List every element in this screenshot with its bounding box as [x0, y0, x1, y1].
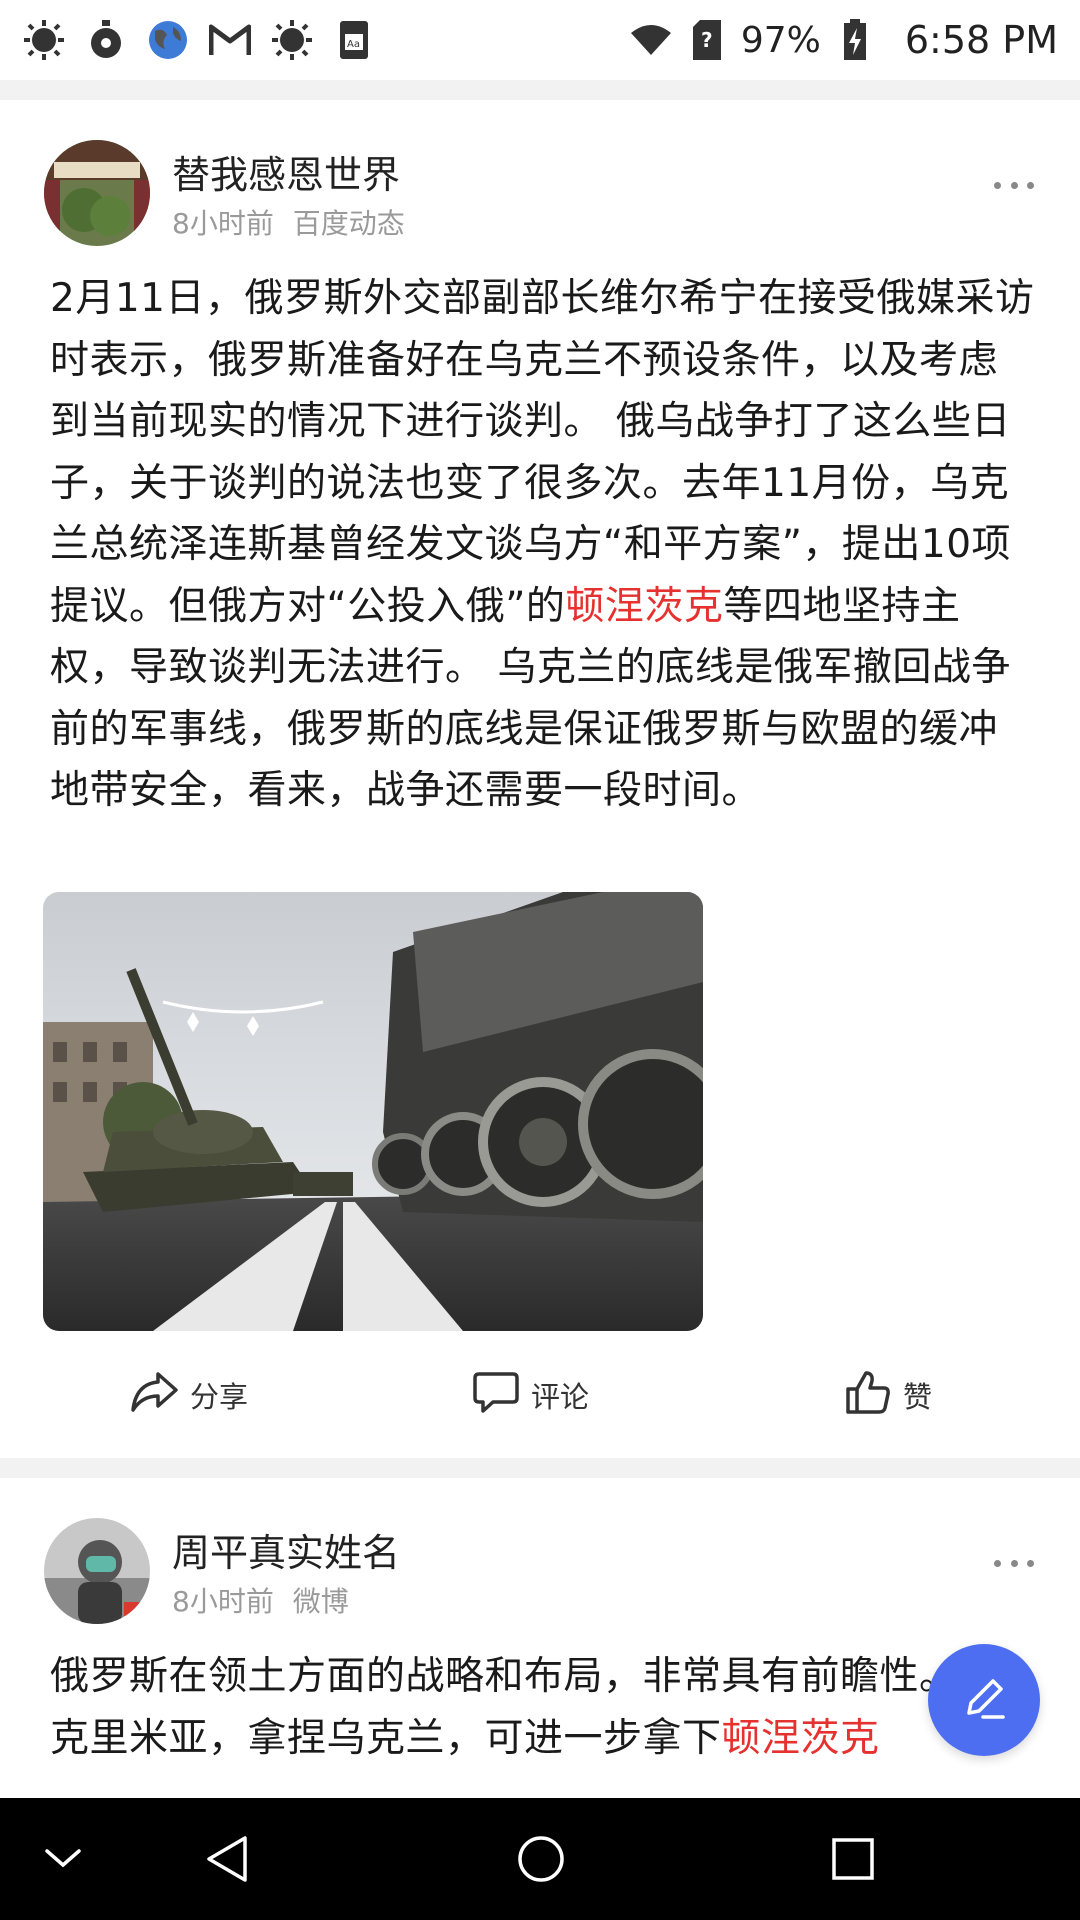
share-button[interactable]: 分享 — [0, 1358, 397, 1432]
timer-icon — [84, 18, 128, 62]
more-options-icon[interactable] — [994, 1556, 1034, 1570]
post-text-part: 2月11日，俄罗斯外交部副部长维尔希宁在接受俄媒采访时表示，俄罗斯准备好在乌克兰… — [50, 276, 1035, 629]
compose-button[interactable] — [928, 1644, 1040, 1756]
post-meta: 8小时前 百度动态 — [172, 202, 405, 242]
svg-text:?: ? — [701, 28, 713, 52]
post-source: 微博 — [292, 1585, 349, 1618]
comment-label: 评论 — [530, 1380, 589, 1414]
topic-link[interactable]: 顿涅茨克 — [722, 1716, 880, 1761]
like-label: 赞 — [902, 1380, 932, 1414]
post-meta: 8小时前 微博 — [172, 1580, 349, 1620]
share-icon — [130, 1370, 178, 1421]
reader-icon: Aa — [332, 18, 376, 62]
gmail-icon — [208, 18, 252, 62]
wifi-icon — [629, 18, 673, 62]
post-image[interactable] — [43, 892, 703, 1331]
status-bar-system: ? 97% 6:58 PM — [629, 18, 1058, 62]
comment-icon — [473, 1370, 519, 1421]
recents-icon[interactable] — [826, 1832, 880, 1886]
battery-charging-icon — [833, 18, 877, 62]
pencil-icon — [959, 1673, 1009, 1727]
home-icon[interactable] — [514, 1832, 568, 1886]
clock: 6:58 PM — [904, 18, 1058, 62]
avatar[interactable] — [44, 1518, 150, 1624]
svg-text:Aa: Aa — [347, 39, 360, 50]
thumbs-up-icon — [845, 1369, 891, 1422]
navigation-bar — [0, 1798, 1080, 1920]
post-card[interactable]: 替我感恩世界 8小时前 百度动态 2月11日，俄罗斯外交部副部长维尔希宁在接受俄… — [0, 100, 1080, 1458]
collapse-icon[interactable] — [40, 1836, 86, 1882]
feed: 替我感恩世界 8小时前 百度动态 2月11日，俄罗斯外交部副部长维尔希宁在接受俄… — [0, 100, 1080, 1898]
post-actions: 分享 评论 赞 — [0, 1358, 1080, 1432]
sun-icon — [270, 18, 314, 62]
post-text[interactable]: 2月11日，俄罗斯外交部副部长维尔希宁在接受俄媒采访时表示，俄罗斯准备好在乌克兰… — [50, 268, 1035, 822]
battery-percent: 97% — [740, 19, 821, 61]
like-button[interactable]: 赞 — [665, 1358, 1080, 1432]
sun-icon — [22, 18, 66, 62]
post-time: 8小时前 — [172, 207, 274, 240]
author-name[interactable]: 周平真实姓名 — [172, 1522, 400, 1577]
avatar[interactable] — [44, 140, 150, 246]
author-name[interactable]: 替我感恩世界 — [172, 144, 400, 199]
back-icon[interactable] — [200, 1832, 254, 1886]
comment-button[interactable]: 评论 — [397, 1358, 664, 1432]
share-label: 分享 — [190, 1380, 249, 1414]
post-source: 百度动态 — [292, 207, 405, 240]
post-text[interactable]: 俄罗斯在领土方面的战略和布局，非常具有前瞻性。 克里米亚，拿捏乌克兰，可进一步拿… — [50, 1646, 1035, 1769]
more-options-icon[interactable] — [994, 178, 1034, 192]
status-bar-notifications: Aa — [22, 18, 376, 62]
status-bar: Aa ? 97% 6:58 PM — [0, 0, 1080, 80]
post-time: 8小时前 — [172, 1585, 274, 1618]
globe-icon — [146, 18, 190, 62]
topic-link[interactable]: 顿涅茨克 — [565, 584, 723, 629]
unknown-sim-icon: ? — [685, 18, 729, 62]
